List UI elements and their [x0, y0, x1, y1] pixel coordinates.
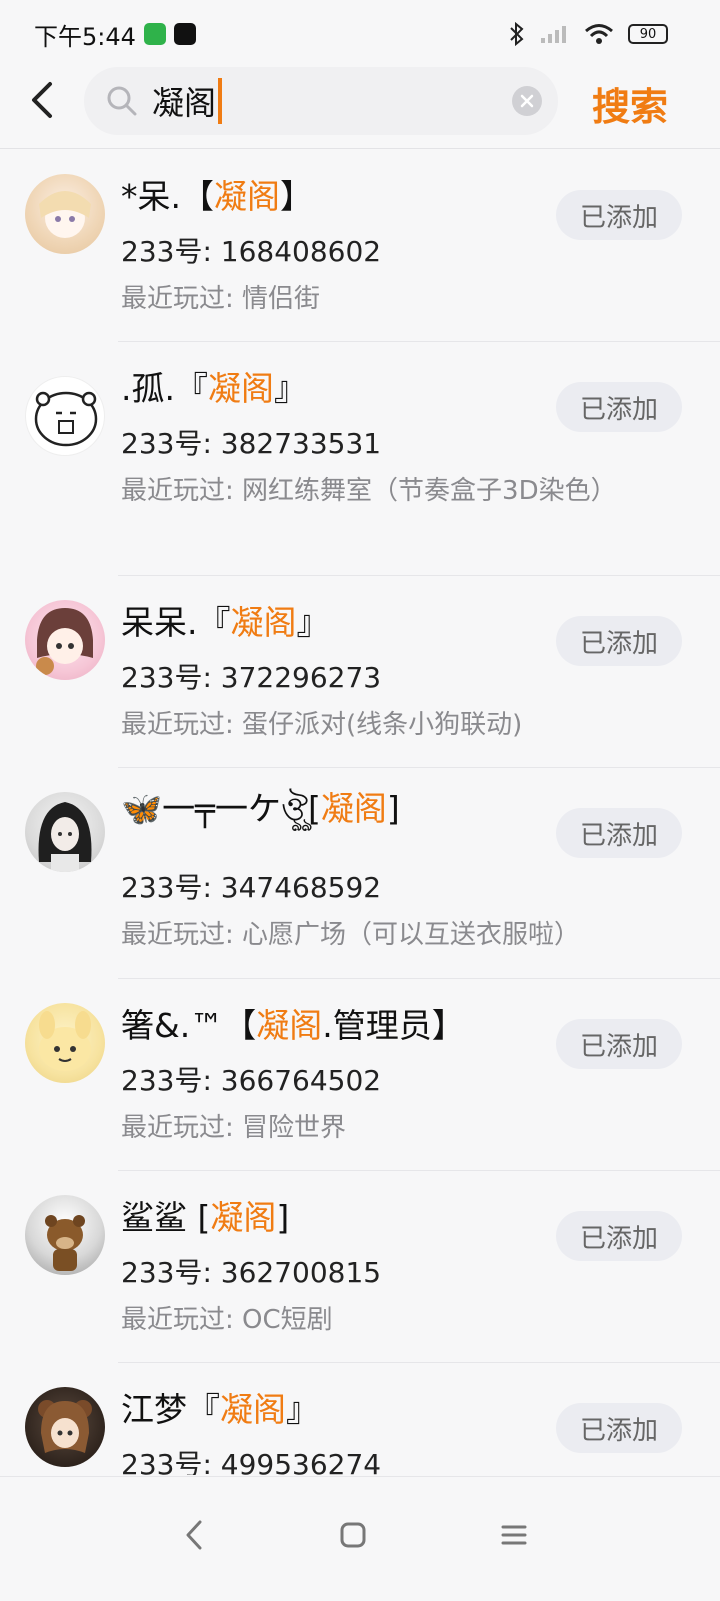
user-name: *呆.【凝阁】 [121, 177, 313, 216]
user-name: 江梦『凝阁』 [121, 1390, 319, 1429]
user-name: 🦋⼀╤⼀ケঔৣ[凝阁] [121, 789, 400, 828]
avatar[interactable] [25, 600, 105, 680]
text-cursor [218, 78, 223, 124]
list-item[interactable]: 鲨鲨 [凝阁] 233号: 362700815 最近玩过: OC短剧 已添加 [0, 1171, 720, 1363]
avatar[interactable] [25, 174, 105, 254]
search-button[interactable]: 搜索 [592, 76, 668, 131]
status-time: 下午5:44 [34, 22, 136, 51]
recent-played: 最近玩过: 蛋仔派对(线条小狗联动) [121, 710, 523, 740]
signal-icon [541, 26, 566, 43]
added-button[interactable]: 已添加 [556, 382, 682, 432]
name-highlight: 凝阁 [214, 177, 280, 216]
added-button[interactable]: 已添加 [556, 808, 682, 858]
recent-played: 最近玩过: 网红练舞室（节奏盒子3D染色） [121, 476, 617, 506]
nav-menu-button[interactable] [484, 1505, 544, 1565]
avatar-image [38, 1400, 92, 1453]
avatar-image [45, 1215, 85, 1271]
menu-icon [501, 1525, 527, 1545]
search-results-list[interactable]: *呆.【凝阁】 233号: 168408602 最近玩过: 情侣街 已添加 .孤… [0, 150, 720, 1475]
list-item[interactable]: 江梦『凝阁』 233号: 499536274 已添加 [0, 1363, 720, 1475]
back-button[interactable] [28, 80, 68, 130]
wifi-icon [585, 24, 613, 44]
list-item[interactable]: 🦋⼀╤⼀ケঔৣ[凝阁] 233号: 347468592 最近玩过: 心愿广场（可… [0, 768, 720, 979]
added-button[interactable]: 已添加 [556, 1211, 682, 1261]
user-id: 233号: 499536274 [121, 1448, 382, 1475]
added-button[interactable]: 已添加 [556, 1019, 682, 1069]
list-item[interactable]: *呆.【凝阁】 233号: 168408602 最近玩过: 情侣街 已添加 [0, 150, 720, 342]
user-id: 233号: 347468592 [121, 871, 382, 904]
user-name: .孤.『凝阁』 [121, 369, 307, 408]
name-highlight: 凝阁 [230, 603, 297, 642]
search-input[interactable]: 凝阁 [84, 67, 558, 135]
system-nav-bar [0, 1476, 720, 1601]
search-query: 凝阁 [152, 84, 217, 122]
name-highlight: 凝阁 [256, 1006, 323, 1045]
added-button[interactable]: 已添加 [556, 1403, 682, 1453]
search-header: 凝阁 搜索 [0, 62, 720, 148]
status-bar: 下午5:44 90 [0, 0, 720, 68]
name-highlight: 凝阁 [320, 789, 387, 828]
added-button[interactable]: 已添加 [556, 190, 682, 240]
user-name: 呆呆.『凝阁』 [121, 603, 330, 642]
back-icon [186, 1520, 202, 1550]
recent-played: 最近玩过: OC短剧 [121, 1305, 333, 1335]
user-id: 233号: 366764502 [121, 1064, 382, 1097]
home-icon [340, 1522, 366, 1548]
avatar-image [36, 608, 93, 675]
close-icon [520, 94, 534, 108]
name-highlight: 凝阁 [220, 1390, 286, 1429]
avatar[interactable] [25, 1003, 105, 1083]
list-item[interactable]: 箸&.™【凝阁.管理员】 233号: 366764502 最近玩过: 冒险世界 … [0, 979, 720, 1171]
name-highlight: 凝阁 [207, 369, 274, 408]
avatar[interactable] [25, 792, 105, 872]
avatar-image [38, 802, 92, 872]
avatar-image [39, 1011, 91, 1071]
user-id: 233号: 362700815 [121, 1256, 382, 1289]
search-icon [107, 86, 137, 116]
nav-home-button[interactable] [323, 1505, 383, 1565]
list-item[interactable]: .孤.『凝阁』 233号: 382733531 最近玩过: 网红练舞室（节奏盒子… [0, 342, 720, 576]
avatar-image [39, 191, 91, 238]
avatar-image [34, 391, 98, 447]
user-id: 233号: 372296273 [121, 661, 382, 694]
status-right: 90 [508, 22, 668, 46]
battery-icon: 90 [628, 24, 668, 44]
recent-played: 最近玩过: 冒险世界 [121, 1113, 347, 1143]
user-id: 233号: 382733531 [121, 427, 382, 460]
list-item[interactable]: 呆呆.『凝阁』 233号: 372296273 最近玩过: 蛋仔派对(线条小狗联… [0, 576, 720, 768]
status-left: 下午5:44 [34, 17, 196, 52]
name-highlight: 凝阁 [210, 1198, 277, 1237]
header-divider [0, 148, 720, 149]
nav-back-button[interactable] [164, 1505, 224, 1565]
avatar[interactable] [25, 1195, 105, 1275]
bluetooth-icon [510, 22, 524, 46]
chevron-left-icon [32, 82, 52, 118]
avatar[interactable] [25, 1387, 105, 1467]
app-notification-icon [173, 23, 196, 45]
user-name: 鲨鲨 [凝阁] [121, 1198, 290, 1237]
user-id: 233号: 168408602 [121, 235, 382, 268]
clear-search-button[interactable] [512, 86, 542, 116]
added-button[interactable]: 已添加 [556, 616, 682, 666]
wechat-notification-icon [143, 23, 166, 45]
avatar[interactable] [25, 376, 105, 456]
user-name: 箸&.™【凝阁.管理员】 [121, 1006, 465, 1045]
recent-played: 最近玩过: 情侣街 [121, 284, 321, 314]
recent-played: 最近玩过: 心愿广场（可以互送衣服啦） [121, 920, 581, 950]
